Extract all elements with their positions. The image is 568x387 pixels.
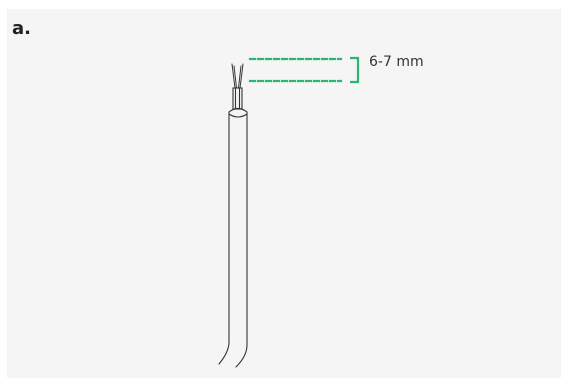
measurement-bracket (350, 56, 360, 84)
inner-insulation (232, 87, 243, 110)
step-label: a. (12, 18, 31, 39)
measurement-label: 6-7 mm (369, 54, 424, 70)
cable-diagram (218, 56, 360, 368)
cable-jacket (218, 107, 248, 368)
stripped-wire-strands (231, 63, 244, 89)
strip-length-guide (248, 57, 343, 83)
